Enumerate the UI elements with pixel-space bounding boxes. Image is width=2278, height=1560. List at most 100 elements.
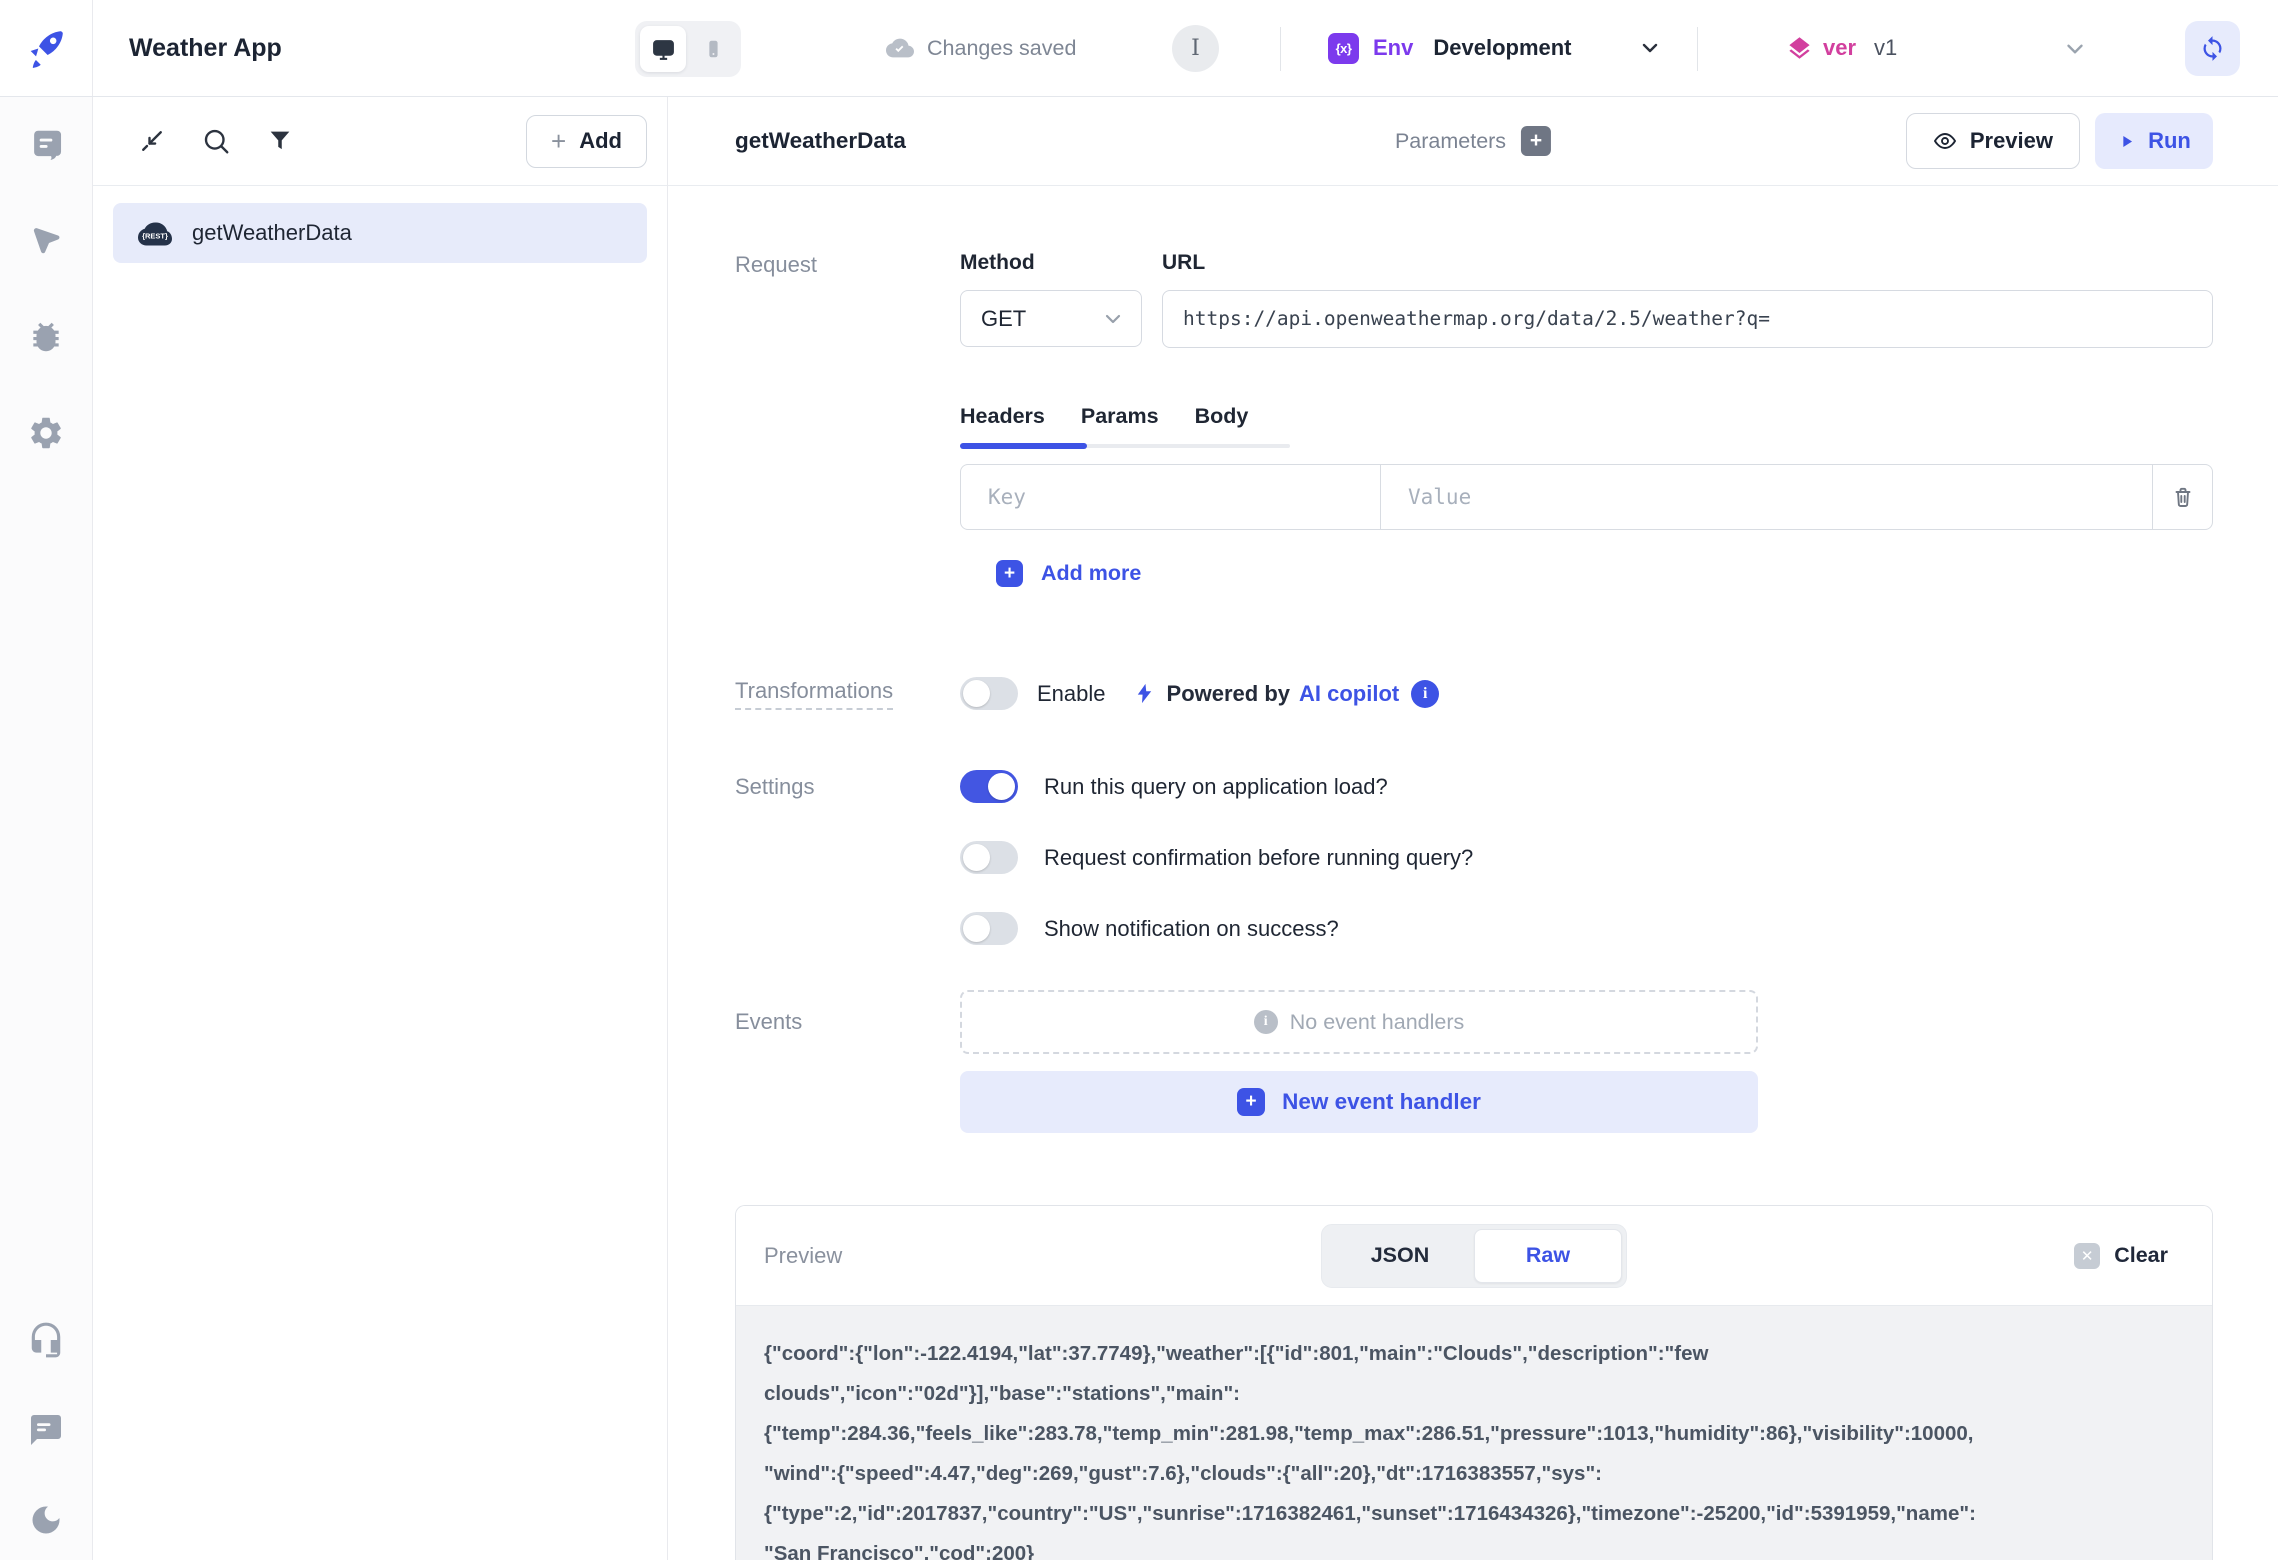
add-more-label: Add more [1041,561,1141,586]
response-preview-panel: Preview JSON Raw ✕ Clear {"coord":{"lon"… [735,1205,2213,1560]
method-label: Method [960,250,1142,276]
query-list-toolbar: + Add [93,97,667,186]
query-list-item-getweatherdata[interactable]: {REST} getWeatherData [113,203,647,263]
version-selector[interactable]: ver v1 [1786,0,1897,96]
header-key-input[interactable] [961,465,1380,529]
add-query-label: Add [579,128,622,154]
svg-text:{REST}: {REST} [142,232,168,241]
preview-button[interactable]: Preview [1906,113,2080,169]
transformations-section-label: Transformations [735,678,893,710]
search-icon[interactable] [197,122,235,160]
preview-header: Preview JSON Raw ✕ Clear [736,1206,2212,1306]
no-event-handlers-text: No event handlers [1290,1010,1465,1035]
events-section-label: Events [735,990,960,1133]
top-bar: Weather App [0,0,2278,97]
mode-json-button[interactable]: JSON [1326,1229,1474,1283]
divider [1697,27,1698,71]
query-item-label: getWeatherData [192,220,352,246]
query-editor-content: Request Method GET [668,186,2278,1560]
version-value: v1 [1874,35,1897,61]
desktop-mode-button[interactable] [640,26,686,72]
query-title: getWeatherData [735,128,906,154]
parameters-control: Parameters + [1395,126,1551,156]
cloud-check-icon [886,34,914,62]
desktop-icon [651,37,676,62]
chevron-down-icon[interactable] [2062,36,2088,62]
add-query-button[interactable]: + Add [526,115,647,168]
transformations-enable-toggle[interactable] [960,677,1018,710]
environment-selector[interactable]: {x} Env Development [1328,0,1662,96]
divider [1280,27,1281,71]
powered-by-label: Powered by [1167,681,1290,707]
method-select[interactable]: GET [960,290,1142,347]
close-x-icon: ✕ [2074,1243,2100,1269]
sync-icon [2199,35,2226,62]
clear-button[interactable]: ✕ Clear [2074,1243,2168,1269]
settings-section-label: Settings [735,770,960,983]
preview-mode-switch: JSON Raw [1321,1224,1627,1288]
info-icon[interactable]: i [1411,680,1439,708]
save-status-text: Changes saved [927,36,1076,61]
pages-icon[interactable] [26,125,66,165]
url-label: URL [1162,250,2213,276]
gear-settings-icon[interactable] [26,413,66,453]
env-label: Env [1373,35,1413,61]
app-title: Weather App [129,34,282,63]
rest-api-cloud-icon: {REST} [135,213,175,253]
avatar[interactable]: I [1172,25,1219,72]
query-list-panel: + Add {REST} getWeatherData [93,97,668,1560]
run-button-label: Run [2148,128,2191,154]
delete-row-button[interactable] [2152,465,2212,529]
rocket-logo-icon [23,25,69,71]
cursor-icon[interactable] [26,221,66,261]
raw-response-line: "wind":{"speed":4.47,"deg":269,"gust":7.… [764,1454,2192,1494]
left-icon-rail [0,97,93,1560]
dark-mode-moon-icon[interactable] [26,1500,66,1540]
app-logo[interactable] [0,0,93,96]
eye-icon [1933,129,1957,153]
bug-debugger-icon[interactable] [26,317,66,357]
setting-label: Show notification on success? [1044,916,1339,942]
mobile-mode-button[interactable] [690,26,736,72]
chevron-down-icon[interactable] [1638,36,1662,60]
setting-label: Request confirmation before running quer… [1044,845,1473,871]
ai-copilot-link[interactable]: AI copilot [1299,681,1399,707]
url-input[interactable]: https://api.openweathermap.org/data/2.5/… [1162,290,2213,348]
plus-icon: + [1237,1088,1265,1116]
preview-button-label: Preview [1970,128,2053,154]
collapse-panel-icon[interactable] [133,122,171,160]
new-event-handler-label: New event handler [1282,1089,1481,1115]
chevron-down-icon [1101,307,1125,331]
chat-feedback-icon[interactable] [26,1410,66,1450]
request-section-label: Request [735,250,960,348]
preview-section-label: Preview [764,1243,842,1269]
transformations-section: Transformations Enable Powered by AI cop… [735,677,2213,710]
setting-label: Run this query on application load? [1044,774,1388,800]
method-value: GET [981,306,1026,332]
run-button[interactable]: Run [2095,113,2213,169]
app-window: Weather App [0,0,2278,1560]
phone-icon [702,38,724,60]
tab-body[interactable]: Body [1195,404,1249,429]
add-more-button[interactable]: + Add more [996,560,2213,587]
raw-response-line: clouds","icon":"02d"}],"base":"stations"… [764,1374,2192,1414]
tab-params[interactable]: Params [1081,404,1159,429]
version-label: ver [1823,35,1856,61]
filter-icon[interactable] [261,122,299,160]
events-section: Events i No event handlers + New event h… [735,990,2213,1133]
sync-button[interactable] [2185,21,2240,76]
device-mode-toggle[interactable] [635,21,741,77]
no-event-handlers-box: i No event handlers [960,990,1758,1054]
tab-headers[interactable]: Headers [960,404,1045,429]
support-headset-icon[interactable] [26,1320,66,1360]
add-parameter-button[interactable]: + [1521,126,1551,156]
url-line-2: {{appsmith.store.city}}&appid=39c45f5b79… [1183,338,2192,348]
mode-raw-button[interactable]: Raw [1474,1229,1622,1283]
run-on-load-toggle[interactable] [960,770,1018,803]
raw-response-body[interactable]: {"coord":{"lon":-122.4194,"lat":37.7749}… [736,1306,2212,1560]
header-value-input[interactable] [1381,465,2152,529]
confirm-before-run-toggle[interactable] [960,841,1018,874]
new-event-handler-button[interactable]: + New event handler [960,1071,1758,1133]
notify-on-success-toggle[interactable] [960,912,1018,945]
play-icon [2117,132,2136,151]
